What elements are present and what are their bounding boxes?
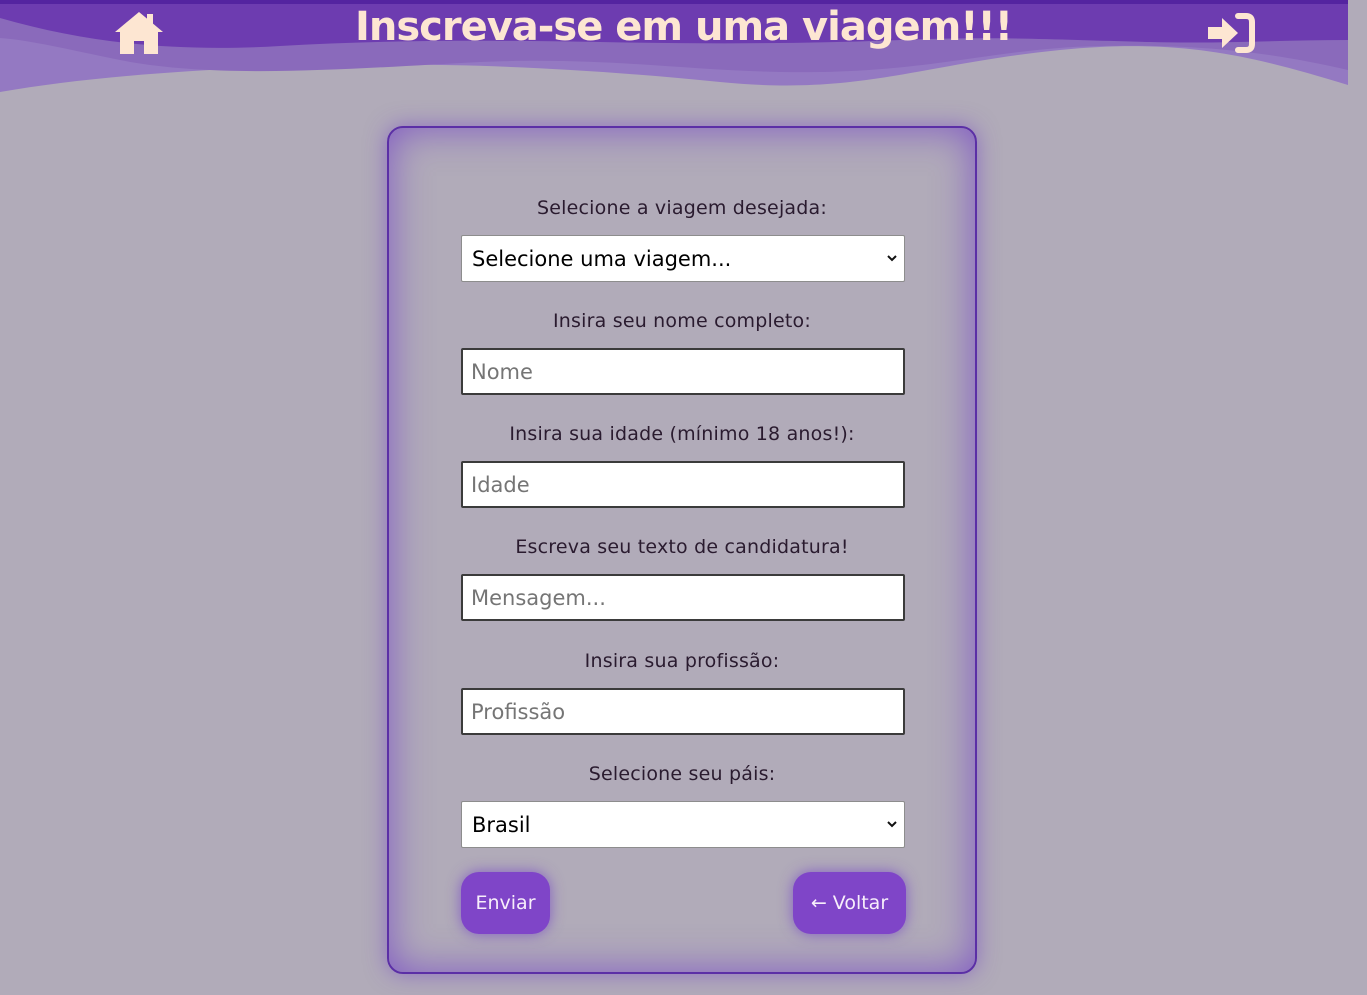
- profession-input[interactable]: [461, 688, 905, 735]
- chevron-down-icon: [887, 255, 897, 262]
- application-text-input[interactable]: [461, 574, 905, 621]
- sign-in-icon: [1208, 13, 1255, 53]
- back-button[interactable]: ← Voltar: [793, 872, 906, 934]
- age-input[interactable]: [461, 461, 905, 508]
- trip-select-value: Selecione uma viagem...: [472, 246, 732, 271]
- page: Inscreva-se em uma viagem!!! Selecione a…: [0, 0, 1367, 995]
- country-label: Selecione seu páis:: [588, 763, 776, 785]
- submit-button[interactable]: Enviar: [461, 872, 550, 934]
- country-select-value: Brasil: [472, 812, 531, 837]
- header-banner: Inscreva-se em uma viagem!!!: [0, 0, 1348, 110]
- age-label: Insira sua idade (mínimo 18 anos!):: [509, 423, 855, 445]
- scrollbar[interactable]: [1348, 0, 1367, 995]
- trip-label: Selecione a viagem desejada:: [537, 197, 827, 219]
- trip-select[interactable]: Selecione uma viagem...: [461, 235, 905, 282]
- chevron-down-icon: [887, 821, 897, 828]
- application-text-label: Escreva seu texto de candidatura!: [515, 536, 849, 558]
- profession-label: Insira sua profissão:: [584, 650, 780, 672]
- page-title: Inscreva-se em uma viagem!!!: [354, 4, 1013, 50]
- signup-form-card: Selecione a viagem desejada: Selecione u…: [387, 126, 977, 974]
- name-input[interactable]: [461, 348, 905, 395]
- name-label: Insira seu nome completo:: [553, 310, 811, 332]
- country-select[interactable]: Brasil: [461, 801, 905, 848]
- sign-in-button[interactable]: [1206, 12, 1256, 54]
